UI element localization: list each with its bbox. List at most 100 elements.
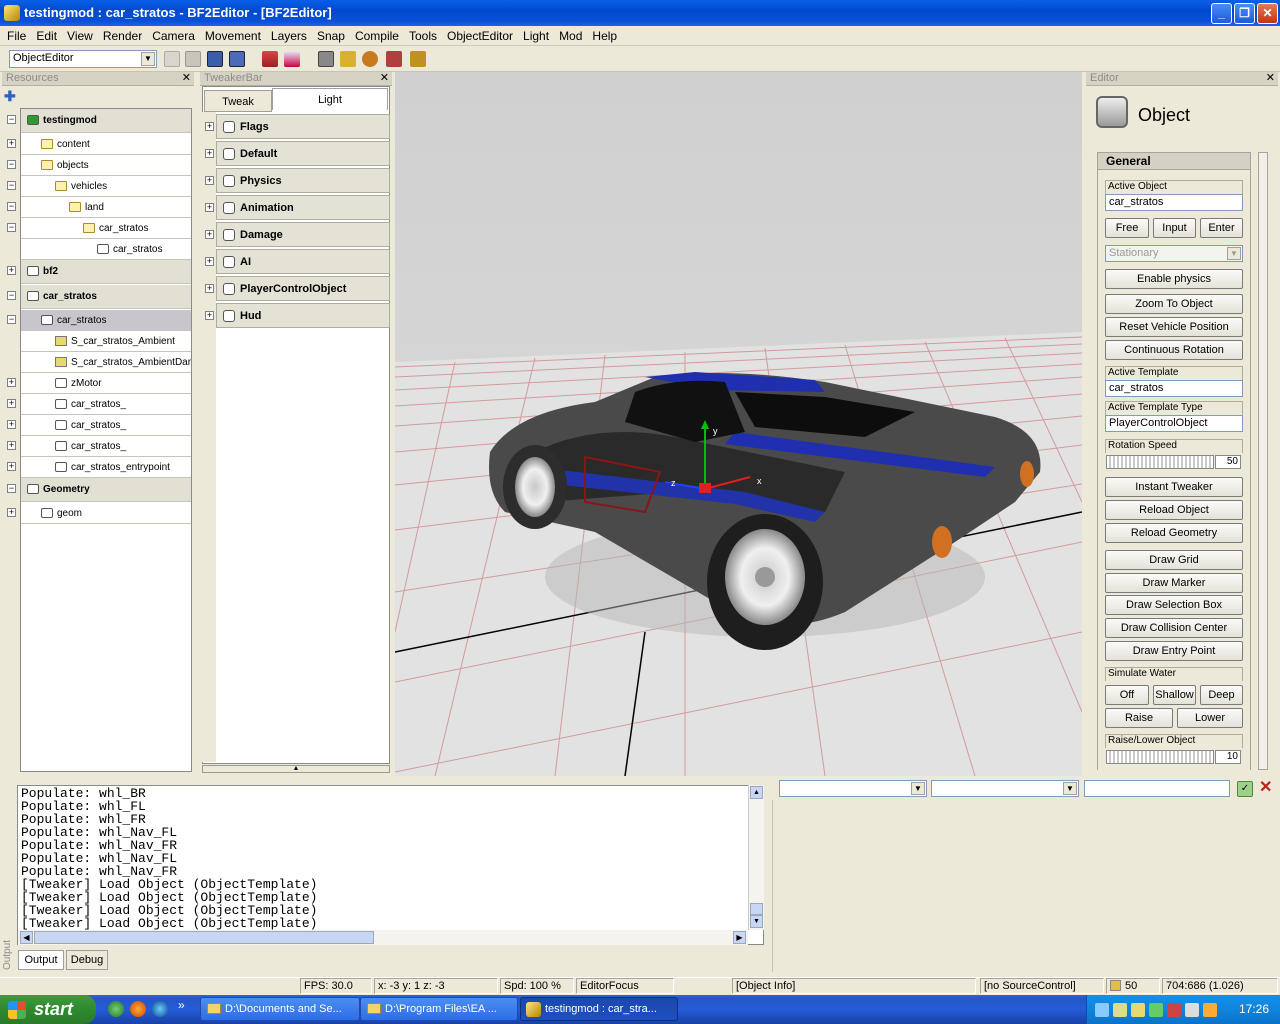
- editor-mode-select[interactable]: ObjectEditor ▼: [9, 50, 157, 68]
- water-shallow-button[interactable]: Shallow: [1153, 685, 1196, 705]
- minimize-button[interactable]: _: [1211, 3, 1232, 24]
- close-button[interactable]: ✕: [1257, 3, 1278, 24]
- menu-camera[interactable]: Camera: [147, 27, 200, 45]
- instant-tweaker-button[interactable]: Instant Tweaker: [1105, 477, 1243, 497]
- tree-item[interactable]: content: [21, 134, 191, 155]
- draw-marker-button[interactable]: Draw Marker: [1105, 573, 1243, 593]
- input-button[interactable]: Input: [1153, 218, 1196, 238]
- tweaker-section[interactable]: Flags: [216, 114, 390, 139]
- close-icon[interactable]: ✕: [182, 72, 191, 85]
- export-icon[interactable]: [284, 51, 300, 67]
- enable-physics-button[interactable]: Enable physics: [1105, 269, 1243, 289]
- filter-select-1[interactable]: ▼: [779, 780, 927, 797]
- menu-light[interactable]: Light: [518, 27, 554, 45]
- draw-entry-point-button[interactable]: Draw Entry Point: [1105, 641, 1243, 661]
- usb-icon[interactable]: [1185, 1003, 1199, 1017]
- expand-icon[interactable]: +: [205, 311, 214, 320]
- tweaker-section[interactable]: Animation: [216, 195, 390, 220]
- water-deep-button[interactable]: Deep: [1200, 685, 1243, 705]
- alert-icon[interactable]: [1167, 1003, 1181, 1017]
- tweaker-section[interactable]: PlayerControlObject: [216, 276, 390, 301]
- tree-item[interactable]: car_stratos: [21, 239, 191, 260]
- update-icon[interactable]: [1203, 1003, 1217, 1017]
- tree-item[interactable]: land: [21, 197, 191, 218]
- tree-item[interactable]: car_stratos: [21, 310, 191, 331]
- tweaker-section[interactable]: AI: [216, 249, 390, 274]
- collapse-icon[interactable]: −: [7, 315, 16, 324]
- menu-snap[interactable]: Snap: [312, 27, 350, 45]
- draw-selection-box-button[interactable]: Draw Selection Box: [1105, 595, 1243, 615]
- rotation-speed-slider[interactable]: [1106, 455, 1214, 469]
- hscroll-thumb[interactable]: [34, 931, 374, 944]
- close-icon[interactable]: ✕: [380, 72, 389, 85]
- close-icon[interactable]: ✕: [1266, 72, 1275, 85]
- tab-light[interactable]: Light: [272, 88, 388, 110]
- tray-icon[interactable]: [1113, 1003, 1127, 1017]
- effects-icon[interactable]: [362, 51, 378, 67]
- water-off-button[interactable]: Off: [1105, 685, 1149, 705]
- continuous-rotation-button[interactable]: Continuous Rotation: [1105, 340, 1243, 360]
- scroll-left-arrow[interactable]: ◀: [20, 931, 33, 944]
- tab-output[interactable]: Output: [18, 950, 64, 970]
- expand-icon[interactable]: +: [205, 230, 214, 239]
- raise-button[interactable]: Raise: [1105, 708, 1173, 728]
- tab-debug[interactable]: Debug: [66, 950, 108, 970]
- tree-item[interactable]: bf2: [21, 260, 191, 284]
- scroll-thumb[interactable]: [750, 903, 763, 915]
- object-icon[interactable]: [318, 51, 334, 67]
- expand-icon[interactable]: +: [205, 284, 214, 293]
- tree-item[interactable]: zMotor: [21, 373, 191, 394]
- menu-render[interactable]: Render: [98, 27, 147, 45]
- zoom-to-object-button[interactable]: Zoom To Object: [1105, 294, 1243, 314]
- resources-tree[interactable]: testingmod content objects vehicles land car_…: [20, 108, 192, 772]
- open-icon[interactable]: [185, 51, 201, 67]
- start-button[interactable]: start: [0, 995, 96, 1024]
- menu-file[interactable]: File: [2, 27, 31, 45]
- tree-item[interactable]: vehicles: [21, 176, 191, 197]
- expand-icon[interactable]: +: [7, 462, 16, 471]
- new-icon[interactable]: [164, 51, 180, 67]
- menu-objecteditor[interactable]: ObjectEditor: [442, 27, 518, 45]
- sound-icon[interactable]: [340, 51, 356, 67]
- run-icon[interactable]: ✓: [1237, 781, 1253, 797]
- restore-button[interactable]: ❐: [1234, 3, 1255, 24]
- menu-layers[interactable]: Layers: [266, 27, 312, 45]
- free-button[interactable]: Free: [1105, 218, 1149, 238]
- task-documents[interactable]: D:\Documents and Se...: [200, 997, 360, 1021]
- menu-compile[interactable]: Compile: [350, 27, 404, 45]
- expand-icon[interactable]: +: [205, 203, 214, 212]
- tree-item[interactable]: car_stratos_: [21, 415, 191, 436]
- quicklaunch-icon[interactable]: [108, 1001, 124, 1017]
- draw-collision-center-button[interactable]: Draw Collision Center: [1105, 618, 1243, 638]
- expand-icon[interactable]: +: [7, 378, 16, 387]
- save-icon[interactable]: [207, 51, 223, 67]
- tree-item[interactable]: Geometry: [21, 478, 191, 502]
- clear-icon[interactable]: ✕: [1259, 779, 1275, 797]
- menu-view[interactable]: View: [62, 27, 98, 45]
- save-all-icon[interactable]: [229, 51, 245, 67]
- security-icon[interactable]: [1149, 1003, 1163, 1017]
- filter-select-2[interactable]: ▼: [931, 780, 1079, 797]
- tree-item[interactable]: car_stratos_: [21, 394, 191, 415]
- active-template-type-field[interactable]: PlayerControlObject: [1105, 415, 1243, 432]
- tree-item[interactable]: car_stratos_: [21, 436, 191, 457]
- stationary-select[interactable]: Stationary ▼: [1105, 245, 1243, 262]
- collapse-icon[interactable]: −: [7, 160, 16, 169]
- firefox-icon[interactable]: [130, 1001, 146, 1017]
- tree-item[interactable]: S_car_stratos_Ambient: [21, 331, 191, 352]
- scroll-down-arrow[interactable]: ▼: [750, 915, 763, 928]
- reload-object-button[interactable]: Reload Object: [1105, 500, 1243, 520]
- rotation-speed-value[interactable]: 50: [1215, 455, 1241, 469]
- expand-icon[interactable]: +: [205, 149, 214, 158]
- expand-icon[interactable]: +: [7, 508, 16, 517]
- expand-icon[interactable]: +: [7, 139, 16, 148]
- expand-icon[interactable]: +: [7, 420, 16, 429]
- tree-item[interactable]: car_stratos: [21, 218, 191, 239]
- tweaker-section[interactable]: Hud: [216, 303, 390, 328]
- output-vscrollbar[interactable]: ▲ ▼: [748, 785, 764, 930]
- menu-help[interactable]: Help: [587, 27, 622, 45]
- collapse-icon[interactable]: −: [7, 223, 16, 232]
- menu-movement[interactable]: Movement: [200, 27, 266, 45]
- tools-icon[interactable]: [386, 51, 402, 67]
- reset-vehicle-position-button[interactable]: Reset Vehicle Position: [1105, 317, 1243, 337]
